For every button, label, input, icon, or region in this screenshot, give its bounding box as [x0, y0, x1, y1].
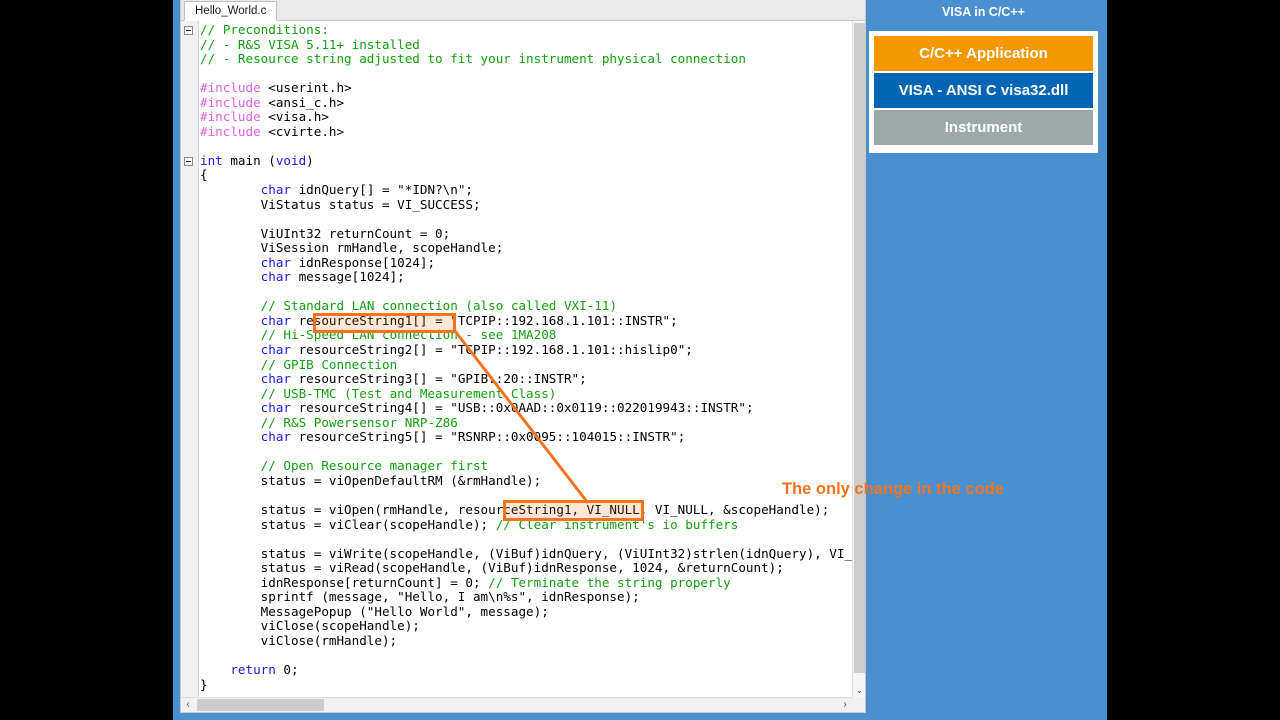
code-line: #include <visa.h>: [200, 109, 329, 125]
code-line: ViStatus status = VI_SUCCESS;: [200, 196, 481, 212]
fold-marker-main[interactable]: [184, 157, 193, 166]
code-line: // R&S Powersensor NRP-Z86: [260, 414, 458, 430]
scroll-right-arrow-icon[interactable]: ›: [838, 698, 852, 712]
code-editor-pane: Hello_World.c // Preconditions:// - R&S …: [180, 0, 866, 713]
vertical-scrollbar-thumb[interactable]: [854, 23, 865, 673]
code-line: {: [200, 167, 208, 183]
editor-tab-strip: Hello_World.c: [181, 0, 865, 21]
code-line: viClose(scopeHandle);: [200, 618, 420, 634]
code-line: ViSession rmHandle, scopeHandle;: [200, 240, 504, 256]
code-line: // Standard LAN connection (also called …: [260, 298, 618, 314]
source-code-text: // Preconditions:// - R&S VISA 5.11+ ins…: [200, 21, 852, 697]
code-line: // - R&S VISA 5.11+ installed: [200, 36, 420, 52]
code-line: ViUInt32 returnCount = 0;: [200, 225, 451, 241]
code-line: // Preconditions:: [200, 22, 329, 37]
code-line: sprintf (message, "Hello, I am\n%s", idn…: [200, 589, 640, 605]
code-fold-gutter: [181, 21, 199, 697]
code-line: return 0;: [230, 662, 299, 678]
code-line: char resourceString4[] = "USB::0x0AAD::0…: [260, 400, 754, 416]
code-line: }: [200, 676, 208, 692]
code-line: char resourceString5[] = "RSNRP::0x0095:…: [260, 429, 686, 445]
code-line: MessagePopup ("Hello World", message);: [200, 603, 549, 619]
tab-hello-world-c[interactable]: Hello_World.c: [184, 1, 278, 21]
application-window: Hello_World.c // Preconditions:// - R&S …: [173, 0, 1107, 720]
code-line: #include <userint.h>: [200, 80, 352, 96]
code-line: char resourceString2[] = "TCPIP::192.168…: [260, 342, 693, 358]
code-line: #include <cvirte.h>: [200, 123, 345, 139]
code-line: char message[1024];: [260, 269, 405, 285]
code-line: // Open Resource manager first: [260, 458, 489, 474]
scroll-left-arrow-icon[interactable]: ‹: [181, 698, 195, 712]
code-line: status = viOpenDefaultRM (&rmHandle);: [200, 472, 542, 488]
code-view[interactable]: // Preconditions:// - R&S VISA 5.11+ ins…: [181, 21, 852, 697]
code-line: status = viOpen(rmHandle, resourceString…: [200, 502, 830, 518]
code-line: char idnQuery[] = "*IDN?\n";: [260, 182, 473, 198]
scroll-down-arrow-icon[interactable]: ⌄: [853, 683, 866, 697]
code-line: idnResponse[returnCount] = 0; // Termina…: [200, 574, 731, 590]
diagram-layer-visa: VISA - ANSI C visa32.dll: [874, 73, 1093, 108]
code-line: #include <ansi_c.h>: [200, 94, 345, 110]
diagram-layer-instrument: Instrument: [874, 110, 1093, 145]
code-line: char resourceString3[] = "GPIB::20::INST…: [260, 371, 587, 387]
visa-stack-diagram: VISA in C/C++ C/C++ Application VISA - A…: [866, 0, 1101, 160]
code-line: char idnResponse[1024];: [260, 254, 436, 270]
fold-marker-comments[interactable]: [184, 26, 193, 35]
diagram-layer-application: C/C++ Application: [874, 36, 1093, 71]
code-line: int main (void): [200, 152, 314, 168]
code-line: // - Resource string adjusted to fit you…: [200, 51, 746, 67]
horizontal-scrollbar[interactable]: ‹ ›: [181, 697, 852, 712]
code-line: // Hi-Speed LAN connection - see 1MA208: [260, 327, 557, 343]
code-line: status = viWrite(scopeHandle, (ViBuf)idn…: [200, 545, 852, 561]
code-line: // USB-TMC (Test and Measurement Class): [260, 385, 557, 401]
scrollbar-corner: [852, 697, 865, 712]
code-line: // GPIB Connection: [260, 356, 398, 372]
code-line: status = viRead(scopeHandle, (ViBuf)idnR…: [200, 560, 784, 576]
horizontal-scrollbar-thumb[interactable]: [197, 699, 324, 711]
diagram-layer-stack: C/C++ Application VISA - ANSI C visa32.d…: [869, 31, 1098, 153]
code-line: status = viClear(scopeHandle); // Clear …: [200, 516, 739, 532]
vertical-scrollbar[interactable]: ⌄: [852, 21, 865, 697]
diagram-title: VISA in C/C++: [942, 5, 1025, 19]
code-line: char resourceString1[] = "TCPIP::192.168…: [260, 312, 678, 328]
code-line: viClose(rmHandle);: [200, 632, 398, 648]
